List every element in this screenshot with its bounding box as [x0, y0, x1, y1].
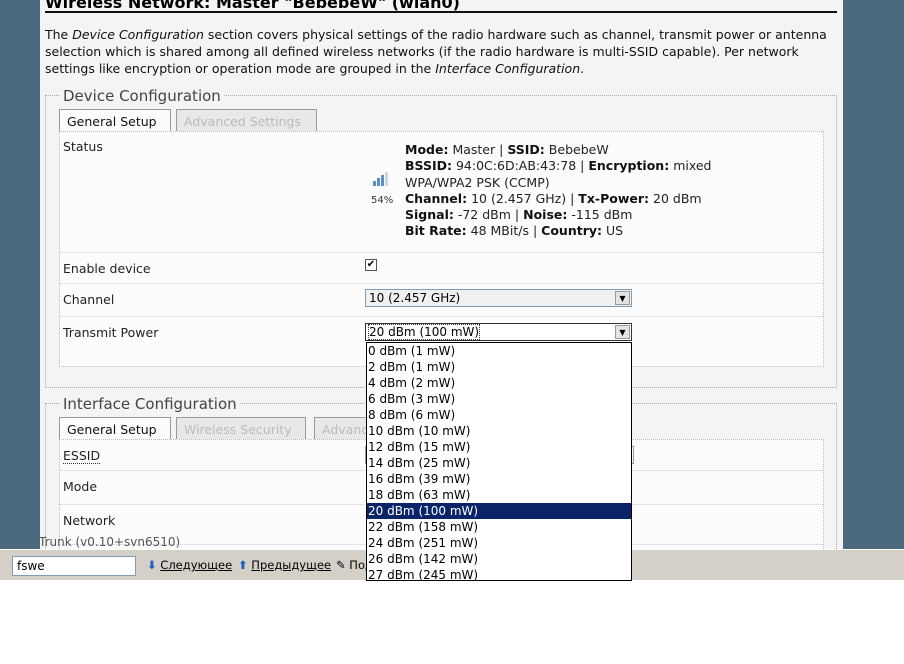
dropdown-option[interactable]: 24 dBm (251 mW)	[367, 535, 631, 551]
intro-text-part: The	[45, 27, 73, 42]
dropdown-option[interactable]: 27 dBm (245 mW)	[367, 567, 631, 580]
highlight-all-label: Подсветить все	[349, 558, 366, 572]
status-details: Mode: Master | SSID: BebebeW BSSID: 94:0…	[405, 142, 712, 239]
version-footer: Trunk (v0.10+svn6510)	[39, 535, 181, 549]
transmit-power-dropdown-list[interactable]: 0 dBm (1 mW) 2 dBm (1 mW) 4 dBm (2 mW) 6 dB…	[366, 342, 632, 581]
dropdown-option[interactable]: 2 dBm (1 mW)	[367, 359, 631, 375]
status-label: Status	[63, 139, 103, 154]
find-next-button[interactable]: ⬇ Следующее	[147, 558, 232, 572]
channel-row: Channel 10 (2.457 GHz) ▼	[60, 284, 823, 317]
mode-label: Mode	[63, 479, 98, 494]
dropdown-option[interactable]: 16 dBm (39 mW)	[367, 471, 631, 487]
highlight-all-button[interactable]: ✎ Подсветить все	[336, 558, 366, 572]
tab-advanced-settings[interactable]: Advanced Settings	[176, 109, 317, 132]
channel-label: Channel	[63, 292, 115, 307]
transmit-power-label: Transmit Power	[63, 325, 159, 340]
enable-device-checkbox[interactable]: ✔	[365, 259, 377, 271]
dropdown-option[interactable]: 4 dBm (2 mW)	[367, 375, 631, 391]
signal-percent: 54%	[371, 195, 394, 206]
intro-em-interface: Interface Configuration	[435, 61, 581, 76]
intro-text-part: .	[580, 61, 585, 76]
enable-device-row: Enable device ✔	[60, 253, 823, 284]
dropdown-option[interactable]: 12 dBm (15 mW)	[367, 439, 631, 455]
arrow-up-icon: ⬆	[238, 558, 248, 572]
status-row: Status 54% Mode: Master | SSID: BebebeW …	[60, 132, 823, 253]
find-previous-button[interactable]: ⬆ Предыдущее	[238, 558, 331, 572]
dropdown-option[interactable]: 26 dBm (142 mW)	[367, 551, 631, 567]
enable-device-label: Enable device	[63, 261, 151, 276]
find-input[interactable]: fswe	[12, 556, 136, 576]
highlighter-icon: ✎	[336, 558, 346, 572]
signal-strength-icon	[373, 172, 388, 186]
chevron-down-icon: ▼	[615, 291, 630, 305]
device-configuration-legend: Device Configuration	[60, 87, 224, 105]
dropdown-option[interactable]: 14 dBm (25 mW)	[367, 455, 631, 471]
dropdown-option[interactable]: 22 dBm (158 mW)	[367, 519, 631, 535]
dropdown-option[interactable]: 20 dBm (100 mW)	[367, 503, 631, 519]
tab-general-setup[interactable]: General Setup	[59, 417, 171, 440]
dropdown-option[interactable]: 0 dBm (1 mW)	[367, 343, 631, 359]
intro-em-device: Device Configuration	[72, 27, 204, 42]
arrow-down-icon: ⬇	[147, 558, 157, 572]
transmit-power-value: 20 dBm (100 mW)	[367, 324, 481, 340]
tab-wireless-security[interactable]: Wireless Security	[176, 417, 306, 440]
tab-general-setup[interactable]: General Setup	[59, 109, 171, 132]
dropdown-option[interactable]: 10 dBm (10 mW)	[367, 423, 631, 439]
find-next-label: Следующее	[160, 558, 233, 572]
essid-label: ESSID	[63, 448, 101, 464]
dropdown-option[interactable]: 8 dBm (6 mW)	[367, 407, 631, 423]
channel-value: 10 (2.457 GHz)	[369, 291, 461, 305]
dropdown-option[interactable]: 18 dBm (63 mW)	[367, 487, 631, 503]
interface-configuration-legend: Interface Configuration	[60, 395, 240, 413]
dropdown-option[interactable]: 6 dBm (3 mW)	[367, 391, 631, 407]
network-label: Network	[63, 513, 116, 528]
intro-text: The Device Configuration section covers …	[45, 26, 835, 77]
transmit-power-select[interactable]: 20 dBm (100 mW) ▼	[365, 323, 632, 341]
device-general-section: Status 54% Mode: Master | SSID: BebebeW …	[59, 131, 824, 367]
find-previous-label: Предыдущее	[251, 558, 332, 572]
chevron-down-icon: ▼	[615, 325, 630, 339]
channel-select[interactable]: 10 (2.457 GHz) ▼	[365, 289, 632, 307]
title-divider	[45, 11, 837, 13]
